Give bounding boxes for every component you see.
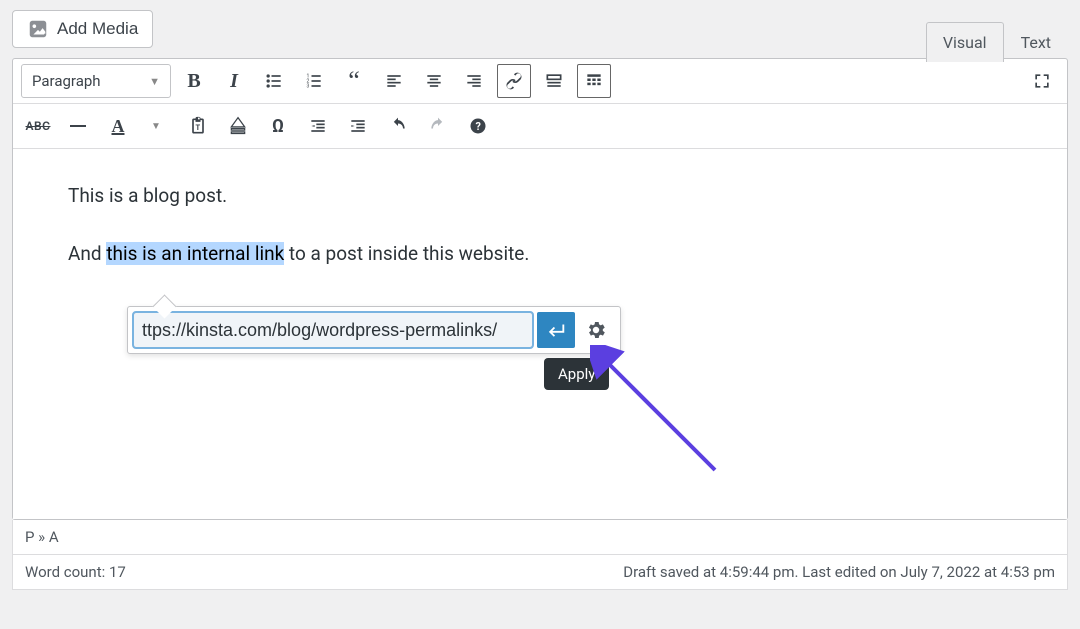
tab-text[interactable]: Text: [1004, 22, 1068, 62]
gear-icon: [585, 319, 607, 341]
draft-saved-info: Draft saved at 4:59:44 pm. Last edited o…: [623, 563, 1055, 581]
text-color-caret[interactable]: ▼: [141, 109, 175, 143]
text-color-button[interactable]: A: [101, 109, 135, 143]
editor-toolbar: Paragraph ▼ B I 123 “ ABC A ▼ T Ω ? This…: [12, 58, 1068, 520]
chevron-down-icon: ▼: [149, 75, 160, 88]
clear-formatting-button[interactable]: [221, 109, 255, 143]
media-icon: [27, 18, 49, 40]
apply-link-button[interactable]: [537, 312, 575, 348]
selected-link-text: this is an internal link: [106, 242, 284, 265]
paragraph-2: And this is an internal link to a post i…: [68, 239, 1012, 269]
status-bar: Word count: 17 Draft saved at 4:59:44 pm…: [12, 555, 1068, 590]
format-select-label: Paragraph: [32, 72, 101, 90]
indent-button[interactable]: [341, 109, 375, 143]
svg-text:?: ?: [476, 120, 481, 133]
strikethrough-button[interactable]: ABC: [21, 109, 55, 143]
blockquote-button[interactable]: “: [337, 64, 371, 98]
add-media-label: Add Media: [57, 19, 138, 39]
special-char-button[interactable]: Ω: [261, 109, 295, 143]
outdent-button[interactable]: [301, 109, 335, 143]
svg-text:3: 3: [307, 84, 310, 90]
link-url-input[interactable]: [133, 312, 533, 348]
svg-text:T: T: [196, 123, 201, 132]
horizontal-rule-button[interactable]: [61, 109, 95, 143]
bold-button[interactable]: B: [177, 64, 211, 98]
bullet-list-button[interactable]: [257, 64, 291, 98]
paste-text-button[interactable]: T: [181, 109, 215, 143]
insert-link-button[interactable]: [497, 64, 531, 98]
paragraph-1: This is a blog post.: [68, 181, 1012, 211]
help-button[interactable]: ?: [461, 109, 495, 143]
toolbar-toggle-button[interactable]: [577, 64, 611, 98]
apply-tooltip: Apply: [544, 358, 609, 390]
align-right-button[interactable]: [457, 64, 491, 98]
align-center-button[interactable]: [417, 64, 451, 98]
italic-button[interactable]: I: [217, 64, 251, 98]
enter-icon: [545, 319, 567, 341]
numbered-list-button[interactable]: 123: [297, 64, 331, 98]
undo-button[interactable]: [381, 109, 415, 143]
link-settings-button[interactable]: [577, 312, 615, 348]
link-inline-popup: [127, 306, 621, 354]
fullscreen-button[interactable]: [1025, 64, 1059, 98]
format-select[interactable]: Paragraph ▼: [21, 64, 171, 98]
editor-mode-tabs: Visual Text: [926, 22, 1068, 62]
tab-visual[interactable]: Visual: [926, 22, 1004, 62]
insert-more-button[interactable]: [537, 64, 571, 98]
add-media-button[interactable]: Add Media: [12, 10, 153, 48]
element-path[interactable]: P » A: [12, 520, 1068, 555]
redo-button[interactable]: [421, 109, 455, 143]
word-count: Word count: 17: [25, 563, 126, 581]
align-left-button[interactable]: [377, 64, 411, 98]
